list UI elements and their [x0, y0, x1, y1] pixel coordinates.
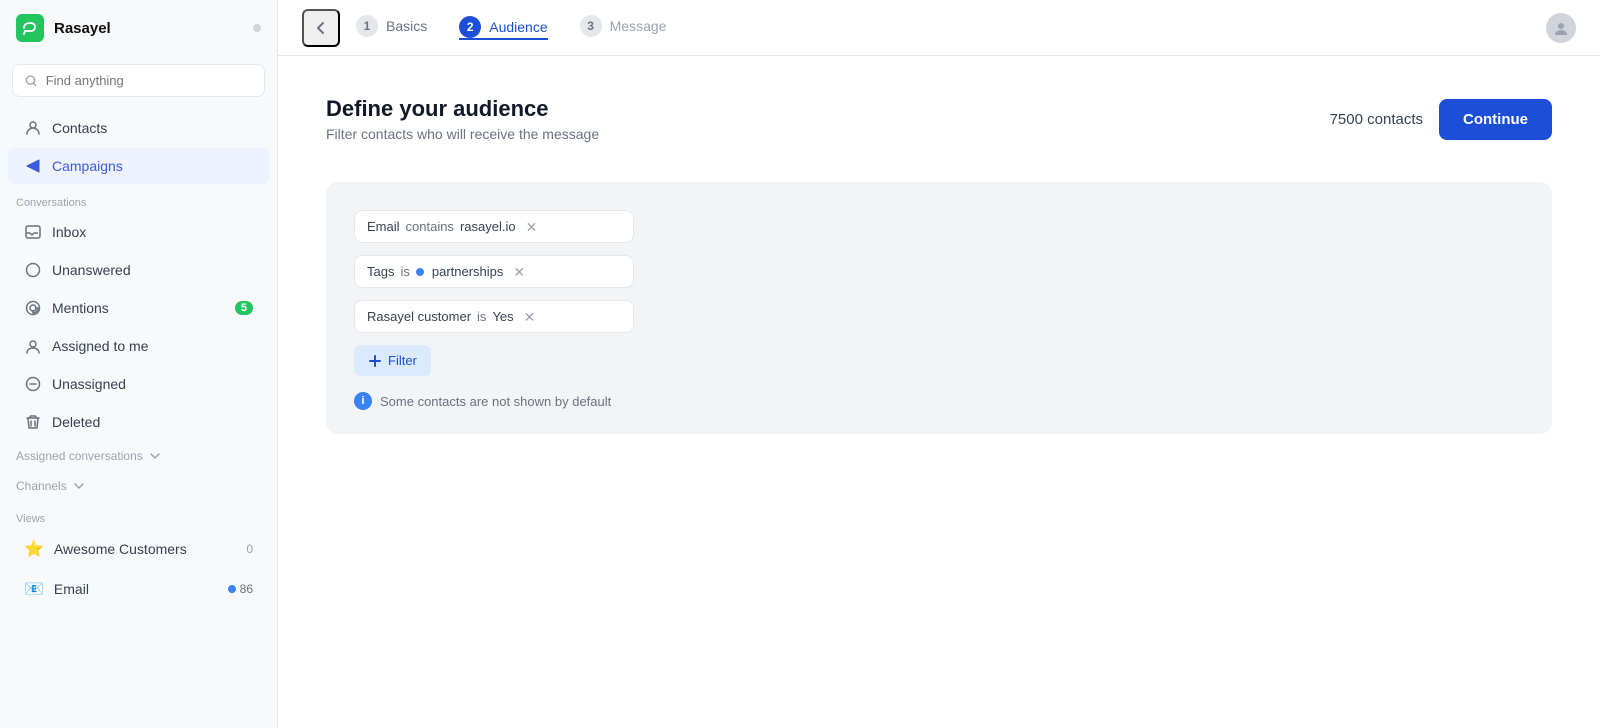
sidebar-item-mentions[interactable]: Mentions 5 — [8, 290, 269, 326]
sidebar-item-unanswered-label: Unanswered — [52, 262, 131, 278]
sidebar-item-contacts[interactable]: Contacts — [8, 110, 269, 146]
step-basics[interactable]: 1 Basics — [356, 15, 427, 41]
sidebar: Rasayel Contacts Campaigns Conversations… — [0, 0, 278, 728]
channels-label: Channels — [16, 479, 67, 493]
header-right: 7500 contacts Continue — [1330, 99, 1552, 140]
plus-icon — [368, 354, 382, 368]
step-message[interactable]: 3 Message — [580, 15, 667, 41]
contacts-icon — [24, 119, 42, 137]
page-header-text: Define your audience Filter contacts who… — [326, 96, 599, 142]
sidebar-item-assigned-label: Assigned to me — [52, 338, 149, 354]
status-dot — [253, 24, 261, 32]
unassigned-icon — [24, 375, 42, 393]
campaigns-icon — [24, 157, 42, 175]
star-icon: ⭐ — [24, 539, 44, 559]
filter-tags-op: is — [400, 264, 409, 279]
page-subtitle: Filter contacts who will receive the mes… — [326, 126, 599, 142]
email-view-icon: 📧 — [24, 579, 44, 599]
info-icon: i — [354, 392, 372, 410]
sidebar-item-inbox-label: Inbox — [52, 224, 86, 240]
info-text: Some contacts are not shown by default — [380, 394, 611, 409]
assigned-icon — [24, 337, 42, 355]
tag-dot — [416, 268, 424, 276]
sidebar-header: Rasayel — [0, 0, 277, 56]
sidebar-item-mentions-label: Mentions — [52, 300, 109, 316]
sidebar-item-unassigned[interactable]: Unassigned — [8, 366, 269, 402]
continue-button[interactable]: Continue — [1439, 99, 1552, 140]
search-input[interactable] — [46, 73, 252, 88]
sidebar-item-campaigns-label: Campaigns — [52, 158, 123, 174]
email-count: 86 — [240, 582, 253, 596]
add-filter-button[interactable]: Filter — [354, 345, 431, 376]
filter-email-value: rasayel.io — [460, 219, 516, 234]
sidebar-item-unassigned-label: Unassigned — [52, 376, 126, 392]
step-audience-num: 2 — [459, 16, 481, 38]
step-message-label: Message — [610, 18, 667, 34]
filter-customer-remove[interactable]: ✕ — [524, 310, 536, 324]
main-content: 1 Basics 2 Audience 3 Message D — [278, 0, 1600, 728]
assigned-conversations-label: Assigned conversations — [16, 449, 143, 463]
awesome-customers-label: Awesome Customers — [54, 541, 187, 557]
sidebar-item-campaigns[interactable]: Campaigns — [8, 148, 269, 184]
step-audience-label: Audience — [489, 19, 547, 35]
step-basics-label: Basics — [386, 18, 427, 34]
filter-email-remove[interactable]: ✕ — [526, 220, 538, 234]
step-message-num: 3 — [580, 15, 602, 37]
sidebar-item-awesome-customers[interactable]: ⭐ Awesome Customers 0 — [8, 530, 269, 568]
back-arrow-icon — [312, 19, 330, 37]
mentions-icon — [24, 299, 42, 317]
user-avatar[interactable] — [1546, 13, 1576, 43]
views-section-label: Views — [0, 501, 277, 529]
unanswered-icon — [24, 261, 42, 279]
steps-nav: 1 Basics 2 Audience 3 Message — [356, 15, 1546, 41]
search-box[interactable] — [12, 64, 265, 97]
filter-customer-op: is — [477, 309, 486, 324]
channels-collapse[interactable]: Channels — [0, 471, 277, 501]
email-label: Email — [54, 581, 89, 597]
filter-row-customer: Rasayel customer is Yes ✕ — [354, 300, 634, 333]
logo-icon — [16, 14, 44, 42]
filter-card: Email contains rasayel.io ✕ Tags is part… — [326, 182, 1552, 434]
topbar: 1 Basics 2 Audience 3 Message — [278, 0, 1600, 56]
back-button[interactable] — [302, 9, 340, 47]
filter-tags-value: partnerships — [432, 264, 504, 279]
sidebar-item-email[interactable]: 📧 Email 86 — [8, 570, 269, 608]
filter-tags-value-wrapper: partnerships — [416, 264, 504, 279]
awesome-customers-count: 0 — [246, 542, 253, 556]
conversations-section-label: Conversations — [0, 185, 277, 213]
page-title: Define your audience — [326, 96, 599, 122]
filter-row-tags: Tags is partnerships ✕ — [354, 255, 634, 288]
filter-customer-value: Yes — [492, 309, 513, 324]
chevron-down-icon-2 — [73, 480, 85, 492]
sidebar-item-deleted[interactable]: Deleted — [8, 404, 269, 440]
chevron-down-icon — [149, 450, 161, 462]
step-basics-num: 1 — [356, 15, 378, 37]
add-filter-label: Filter — [388, 353, 417, 368]
deleted-icon — [24, 413, 42, 431]
filter-tags-field: Tags — [367, 264, 394, 279]
filter-email-op: contains — [406, 219, 454, 234]
sidebar-item-deleted-label: Deleted — [52, 414, 100, 430]
mentions-badge: 5 — [235, 301, 253, 315]
sidebar-item-inbox[interactable]: Inbox — [8, 214, 269, 250]
filter-tags-remove[interactable]: ✕ — [513, 265, 525, 279]
app-name: Rasayel — [54, 20, 243, 37]
sidebar-item-contacts-label: Contacts — [52, 120, 107, 136]
filter-row-email: Email contains rasayel.io ✕ — [354, 210, 634, 243]
filter-customer-field: Rasayel customer — [367, 309, 471, 324]
email-badge-dot — [228, 585, 236, 593]
content-area: Define your audience Filter contacts who… — [278, 56, 1600, 728]
contacts-count: 7500 contacts — [1330, 111, 1423, 128]
page-header: Define your audience Filter contacts who… — [326, 96, 1552, 142]
sidebar-item-assigned[interactable]: Assigned to me — [8, 328, 269, 364]
filter-email-field: Email — [367, 219, 400, 234]
assigned-conversations-collapse[interactable]: Assigned conversations — [0, 441, 277, 471]
step-audience[interactable]: 2 Audience — [459, 16, 547, 40]
search-icon — [25, 74, 38, 88]
info-row: i Some contacts are not shown by default — [354, 392, 1524, 410]
sidebar-item-unanswered[interactable]: Unanswered — [8, 252, 269, 288]
inbox-icon — [24, 223, 42, 241]
rasayel-logo — [16, 14, 44, 42]
avatar-icon — [1552, 19, 1570, 37]
